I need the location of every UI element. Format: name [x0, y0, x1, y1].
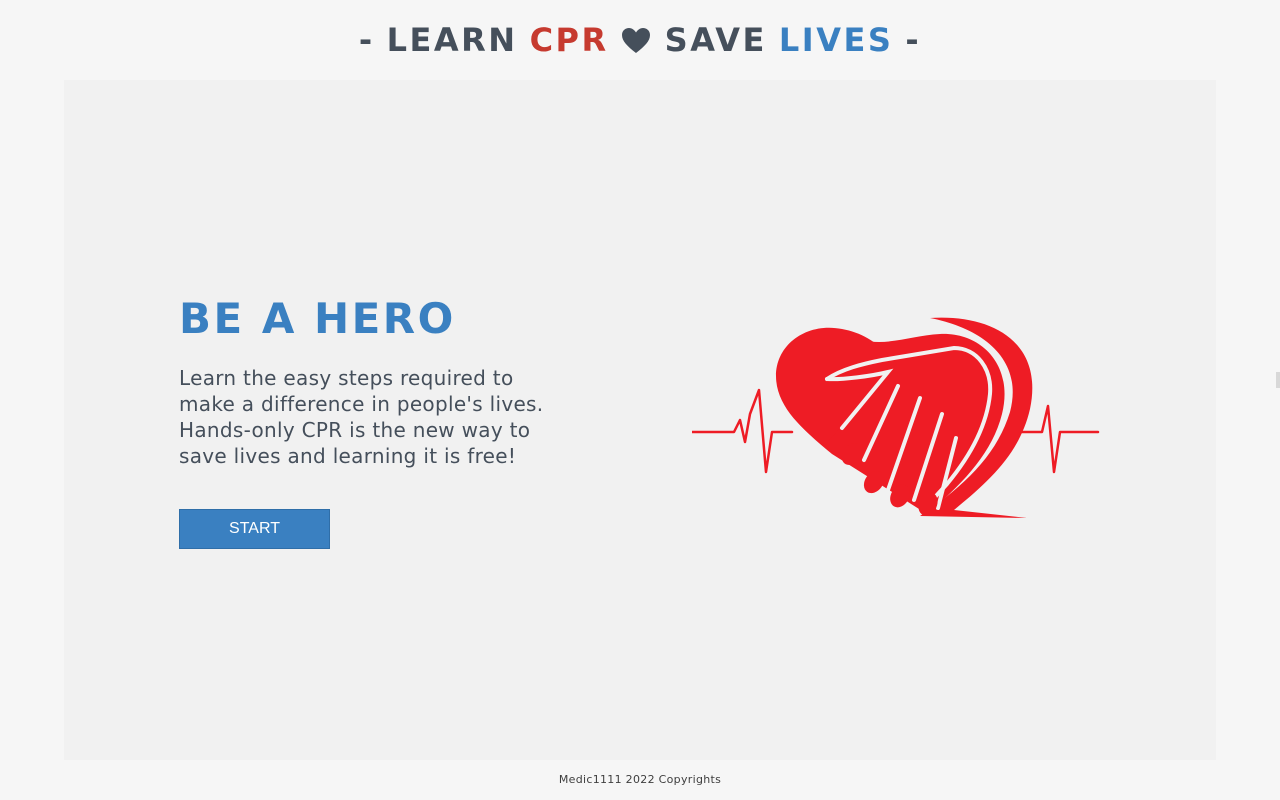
scrollbar-hint[interactable]	[1276, 372, 1280, 388]
heart-hand-heartbeat-icon	[690, 314, 1102, 524]
start-button[interactable]: START	[179, 509, 330, 549]
heart-icon	[621, 24, 653, 56]
title-word-cpr: CPR	[529, 21, 609, 59]
title-word-save: SAVE	[664, 21, 767, 59]
page-title: - LEARN CPR SAVE LIVES -	[359, 21, 921, 59]
hero-title: BE A HERO	[179, 294, 456, 343]
title-word-learn: LEARN	[386, 21, 518, 59]
hero-card: BE A HERO Learn the easy steps required …	[64, 80, 1216, 760]
footer-copyright: Medic1111 2022 Copyrights	[558, 773, 722, 786]
hero-description-line: Hands-only CPR is the new way to	[179, 418, 531, 442]
hero-description-line: Learn the easy steps required to	[179, 366, 514, 390]
page-header: - LEARN CPR SAVE LIVES -	[0, 0, 1280, 80]
title-dash-right: -	[905, 21, 922, 59]
title-word-lives: LIVES	[778, 21, 894, 59]
title-dash-left: -	[358, 21, 375, 59]
hero-description-line: save lives and learning it is free!	[179, 444, 517, 468]
hero-description-line: make a difference in people's lives.	[179, 392, 544, 416]
hero-description: Learn the easy steps required to make a …	[179, 365, 579, 469]
